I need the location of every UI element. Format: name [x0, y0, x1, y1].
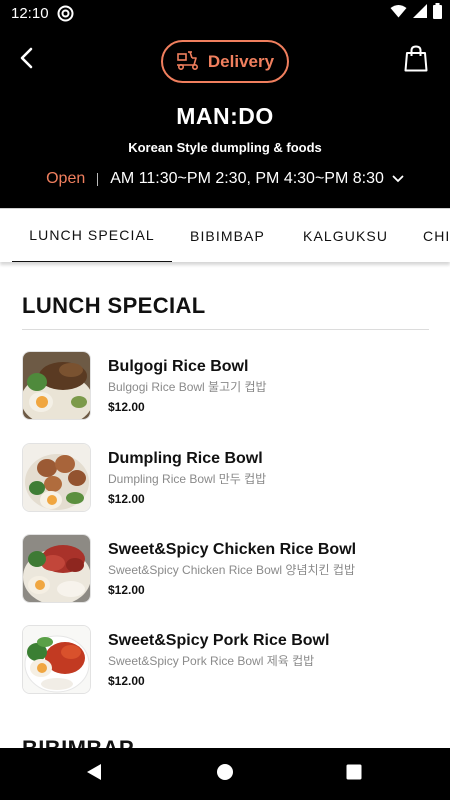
scooter-icon — [176, 48, 200, 75]
back-button[interactable] — [12, 46, 40, 74]
menu-item-name: Sweet&Spicy Chicken Rice Bowl — [108, 541, 357, 558]
shopping-bag-icon — [404, 45, 428, 77]
menu-item-image — [22, 443, 91, 512]
status-bar: 12:10 — [0, 0, 450, 28]
menu-item-image — [22, 351, 91, 420]
tab-bibimbap[interactable]: BIBIMBAP — [190, 209, 265, 262]
nav-back-button[interactable] — [82, 762, 106, 786]
home-circle-icon — [216, 763, 234, 786]
open-status: Open — [46, 170, 86, 187]
status-time: 12:10 — [11, 5, 49, 22]
back-arrow-icon — [19, 47, 33, 74]
delivery-label: Delivery — [207, 51, 275, 71]
back-triangle-icon — [86, 763, 102, 786]
menu-item-image — [22, 534, 91, 603]
menu-item-image — [22, 625, 91, 694]
system-nav-bar — [0, 748, 450, 800]
menu-item-name: Sweet&Spicy Pork Rice Bowl — [108, 632, 330, 649]
cellular-signal-icon — [413, 4, 427, 23]
store-subtitle: Korean Style dumpling & foods — [128, 140, 322, 155]
menu-item-name: Bulgogi Rice Bowl — [108, 358, 249, 375]
menu-item[interactable]: Sweet&Spicy Chicken Rice Bowl Sweet&Spic… — [22, 534, 432, 606]
category-tabs: LUNCH SPECIAL BIBIMBAP KALGUKSU CHI — [0, 208, 450, 262]
menu-item[interactable]: Dumpling Rice Bowl Dumpling Rice Bowl 만두… — [22, 443, 432, 515]
tab-kalguksu[interactable]: KALGUKSU — [303, 209, 388, 262]
store-hours: AM 11:30~PM 2:30, PM 4:30~PM 8:30 — [110, 170, 384, 187]
battery-icon — [433, 3, 442, 24]
menu-item-price: $12.00 — [108, 674, 145, 688]
app-notification-icon — [57, 5, 74, 22]
nav-home-button[interactable] — [213, 762, 237, 786]
menu-item[interactable]: Bulgogi Rice Bowl Bulgogi Rice Bowl 불고기 … — [22, 351, 432, 423]
store-hours-dropdown[interactable]: Open AM 11:30~PM 2:30, PM 4:30~PM 8:30 — [0, 170, 450, 188]
section-title: LUNCH SPECIAL — [22, 293, 206, 318]
menu-item-description: Dumpling Rice Bowl 만두 컵밥 — [108, 472, 267, 486]
recents-square-icon — [346, 764, 362, 785]
tab-chi[interactable]: CHI — [423, 209, 450, 262]
store-name: MAN:DO — [176, 103, 274, 129]
menu-item-description: Sweet&Spicy Pork Rice Bowl 제육 컵밥 — [108, 654, 315, 668]
hours-divider — [97, 172, 99, 186]
menu-item-price: $12.00 — [108, 583, 145, 597]
nav-recents-button[interactable] — [342, 762, 366, 786]
menu-item-price: $12.00 — [108, 492, 145, 506]
store-header: Delivery MAN:DO Korean Style dumpling & … — [0, 28, 450, 208]
delivery-toggle-button[interactable]: Delivery — [161, 40, 289, 83]
chevron-down-icon — [392, 175, 404, 183]
menu-item-description: Sweet&Spicy Chicken Rice Bowl 양념치킨 컵밥 — [108, 563, 355, 577]
menu-item[interactable]: Sweet&Spicy Pork Rice Bowl Sweet&Spicy P… — [22, 625, 432, 697]
menu-item-price: $12.00 — [108, 400, 145, 414]
menu-item-description: Bulgogi Rice Bowl 불고기 컵밥 — [108, 380, 267, 394]
menu-item-name: Dumpling Rice Bowl — [108, 450, 263, 467]
status-icons — [390, 3, 442, 24]
tab-lunch-special[interactable]: LUNCH SPECIAL — [12, 209, 172, 262]
wifi-icon — [390, 4, 407, 23]
section-divider — [22, 329, 429, 330]
shopping-bag-button[interactable] — [402, 45, 430, 77]
